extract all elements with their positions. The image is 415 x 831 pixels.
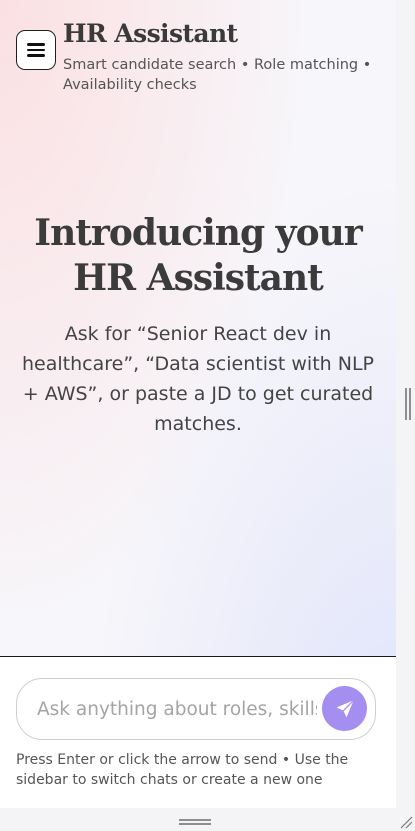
vertical-resize-handle[interactable]: [405, 388, 411, 420]
message-composer: [16, 678, 376, 740]
app-subtitle: Smart candidate search • Role matching •…: [63, 57, 372, 93]
paper-plane-send-icon: [336, 699, 354, 717]
app-title: HR Assistant: [63, 19, 238, 48]
horizontal-resize-handle[interactable]: [179, 819, 211, 825]
message-input[interactable]: [37, 679, 317, 739]
composer-hint: Press Enter or click the arrow to send •…: [16, 752, 349, 788]
hero-description: Ask for “Senior React dev in healthcare”…: [22, 323, 374, 435]
hero-title: Introducing your HR Assistant: [34, 212, 363, 299]
send-button[interactable]: [322, 686, 367, 731]
app-window: HR Assistant Smart candidate search • Ro…: [0, 0, 396, 808]
window-resize-grip-icon[interactable]: [399, 815, 413, 829]
menu-button[interactable]: [16, 30, 56, 70]
composer-area: Press Enter or click the arrow to send •…: [0, 657, 396, 808]
hamburger-menu-icon: [27, 43, 45, 57]
